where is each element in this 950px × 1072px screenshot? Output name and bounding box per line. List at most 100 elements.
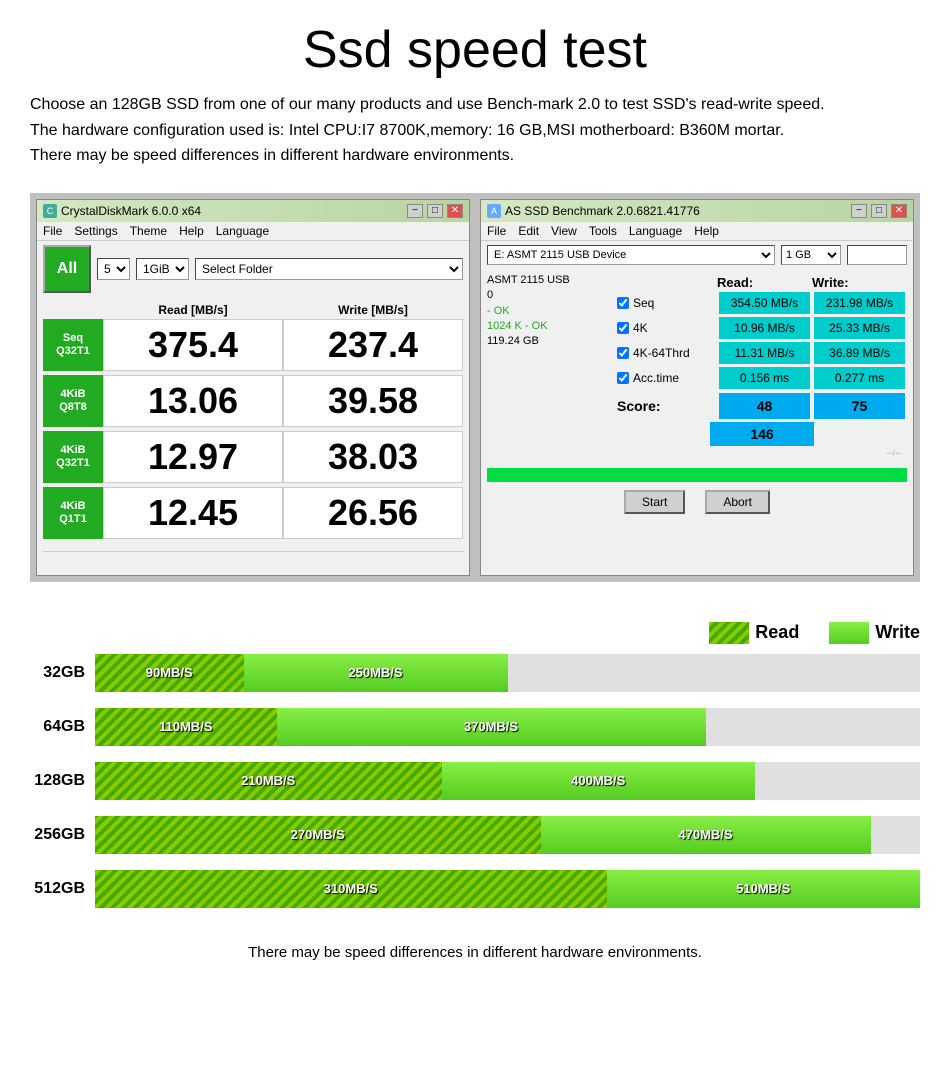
cdm-app-icon: C [43, 204, 57, 218]
asssd-close-btn[interactable]: ✕ [891, 204, 907, 218]
bar-container-3: 270MB/S 470MB/S [95, 816, 920, 854]
cdm-bottom-bar [43, 551, 463, 571]
cdm-row-label-0: SeqQ32T1 [43, 319, 103, 371]
cdm-menu-language[interactable]: Language [216, 224, 269, 238]
bar-size-label-1: 64GB [30, 718, 85, 736]
legend-area: Read Write [30, 622, 920, 644]
cdm-results: Read [MB/s] Write [MB/s] SeqQ32T1 375.4 … [37, 297, 469, 547]
asssd-left-panel: ASMT 2115 USB 0 - OK 1024 K - OK 119.24 … [487, 273, 617, 458]
asssd-row-read-2: 11.31 MB/s [719, 342, 810, 364]
cdm-count-select[interactable]: 5 [97, 258, 130, 280]
desc-line-2: The hardware configuration used is: Inte… [30, 122, 784, 139]
cdm-menu-theme[interactable]: Theme [130, 224, 167, 238]
bar-chart-section: Read Write 32GB 90MB/S 250MB/S 64GB 110M… [30, 612, 920, 934]
asssd-buttons: Start Abort [481, 486, 913, 518]
legend-read-swatch [709, 622, 749, 644]
bar-size-label-4: 512GB [30, 880, 85, 898]
cdm-row-label-3: 4KiBQ1T1 [43, 487, 103, 539]
asssd-row: Seq 354.50 MB/s 231.98 MB/s [617, 292, 907, 314]
asssd-row-read-0: 354.50 MB/s [719, 292, 810, 314]
asssd-menu-help[interactable]: Help [694, 224, 719, 238]
cdm-row-read-1: 13.06 [103, 375, 283, 427]
bar-rows-container: 32GB 90MB/S 250MB/S 64GB 110MB/S 370MB/S… [30, 654, 920, 908]
cdm-row-write-0: 237.4 [283, 319, 463, 371]
cdm-row: 4KiBQ8T8 13.06 39.58 [43, 375, 463, 427]
benchmark-area: C CrystalDiskMark 6.0.0 x64 − □ ✕ File S… [30, 193, 920, 582]
asssd-menu-tools[interactable]: Tools [589, 224, 617, 238]
asssd-menu-view[interactable]: View [551, 224, 577, 238]
asssd-header-row: Read: Write: [617, 273, 907, 292]
cdm-row-read-3: 12.45 [103, 487, 283, 539]
asssd-score-row: Score: 48 75 [617, 393, 907, 419]
bar-write-4: 510MB/S [607, 870, 921, 908]
asssd-info-bar: E: ASMT 2115 USB Device 1 GB [481, 241, 913, 269]
asssd-rows-container: Seq 354.50 MB/s 231.98 MB/s 4K 10.96 MB/… [617, 292, 907, 389]
asssd-read-header: Read: [717, 275, 812, 290]
bar-row-512gb: 512GB 310MB/S 510MB/S [30, 870, 920, 908]
asssd-total-score: 146 [710, 422, 813, 446]
cdm-row: 4KiBQ1T1 12.45 26.56 [43, 487, 463, 539]
cdm-close-btn[interactable]: ✕ [447, 204, 463, 218]
bar-row-32gb: 32GB 90MB/S 250MB/S [30, 654, 920, 692]
asssd-row-checkbox-1[interactable] [617, 322, 629, 334]
asssd-menu-edit[interactable]: Edit [518, 224, 539, 238]
asssd-row-write-1: 25.33 MB/s [814, 317, 905, 339]
bar-read-2: 210MB/S [95, 762, 442, 800]
asssd-row-write-0: 231.98 MB/s [814, 292, 905, 314]
cdm-maximize-btn[interactable]: □ [427, 204, 443, 218]
cdm-menubar: File Settings Theme Help Language [37, 222, 469, 241]
cdm-minimize-btn[interactable]: − [407, 204, 423, 218]
bar-container-0: 90MB/S 250MB/S [95, 654, 920, 692]
cdm-row-label-1: 4KiBQ8T8 [43, 375, 103, 427]
asssd-menubar: File Edit View Tools Language Help [481, 222, 913, 241]
asssd-start-button[interactable]: Start [624, 490, 685, 514]
cdm-row-write-2: 38.03 [283, 431, 463, 483]
asssd-abort-button[interactable]: Abort [705, 490, 770, 514]
page-wrapper: Ssd speed test Choose an 128GB SSD from … [0, 0, 950, 991]
asssd-menu-language[interactable]: Language [629, 224, 682, 238]
page-title: Ssd speed test [30, 20, 920, 80]
asssd-title-left: A AS SSD Benchmark 2.0.6821.41776 [487, 204, 700, 218]
asssd-window-controls[interactable]: − □ ✕ [851, 204, 907, 218]
cdm-all-button[interactable]: All [43, 245, 91, 293]
asssd-row-checkbox-3[interactable] [617, 372, 629, 384]
cdm-row-write-1: 39.58 [283, 375, 463, 427]
asssd-row: Acc.time 0.156 ms 0.277 ms [617, 367, 907, 389]
cdm-read-header: Read [MB/s] [103, 303, 283, 317]
legend-write-swatch [829, 622, 869, 644]
asssd-window: A AS SSD Benchmark 2.0.6821.41776 − □ ✕ … [480, 199, 914, 576]
asssd-row-write-2: 36.89 MB/s [814, 342, 905, 364]
desc-line-3: There may be speed differences in differ… [30, 147, 514, 164]
cdm-menu-help[interactable]: Help [179, 224, 204, 238]
asssd-write-header: Write: [812, 275, 907, 290]
bar-read-0: 90MB/S [95, 654, 244, 692]
cdm-window-controls[interactable]: − □ ✕ [407, 204, 463, 218]
cdm-menu-file[interactable]: File [43, 224, 62, 238]
cdm-window: C CrystalDiskMark 6.0.0 x64 − □ ✕ File S… [36, 199, 470, 576]
cdm-write-header: Write [MB/s] [283, 303, 463, 317]
asssd-row-checkbox-0[interactable] [617, 297, 629, 309]
cdm-toolbar: All 5 1GiB Select Folder [37, 241, 469, 297]
asssd-row-write-3: 0.277 ms [814, 367, 905, 389]
asssd-minimize-btn[interactable]: − [851, 204, 867, 218]
bar-container-4: 310MB/S 510MB/S [95, 870, 920, 908]
asssd-row-checkbox-2[interactable] [617, 347, 629, 359]
asssd-row-label-3: Acc.time [617, 371, 717, 385]
asssd-app-icon: A [487, 204, 501, 218]
asssd-progress-area [481, 464, 913, 486]
bar-size-label-2: 128GB [30, 772, 85, 790]
bar-read-4: 310MB/S [95, 870, 607, 908]
asssd-device-select[interactable]: E: ASMT 2115 USB Device [487, 245, 775, 265]
asssd-device-name: ASMT 2115 USB 0 - OK 1024 K - OK 119.24 … [487, 273, 617, 350]
asssd-row-read-3: 0.156 ms [719, 367, 810, 389]
asssd-maximize-btn[interactable]: □ [871, 204, 887, 218]
cdm-row-read-2: 12.97 [103, 431, 283, 483]
cdm-size-select[interactable]: 1GiB [136, 258, 189, 280]
legend-read: Read [709, 622, 799, 644]
asssd-size-select[interactable]: 1 GB [781, 245, 841, 265]
asssd-menu-file[interactable]: File [487, 224, 506, 238]
asssd-right-panel: Read: Write: Seq 354.50 MB/s 231.98 MB/s… [617, 273, 907, 458]
cdm-folder-select[interactable]: Select Folder [195, 258, 463, 280]
cdm-menu-settings[interactable]: Settings [74, 224, 117, 238]
asssd-filter-input[interactable] [847, 245, 907, 265]
